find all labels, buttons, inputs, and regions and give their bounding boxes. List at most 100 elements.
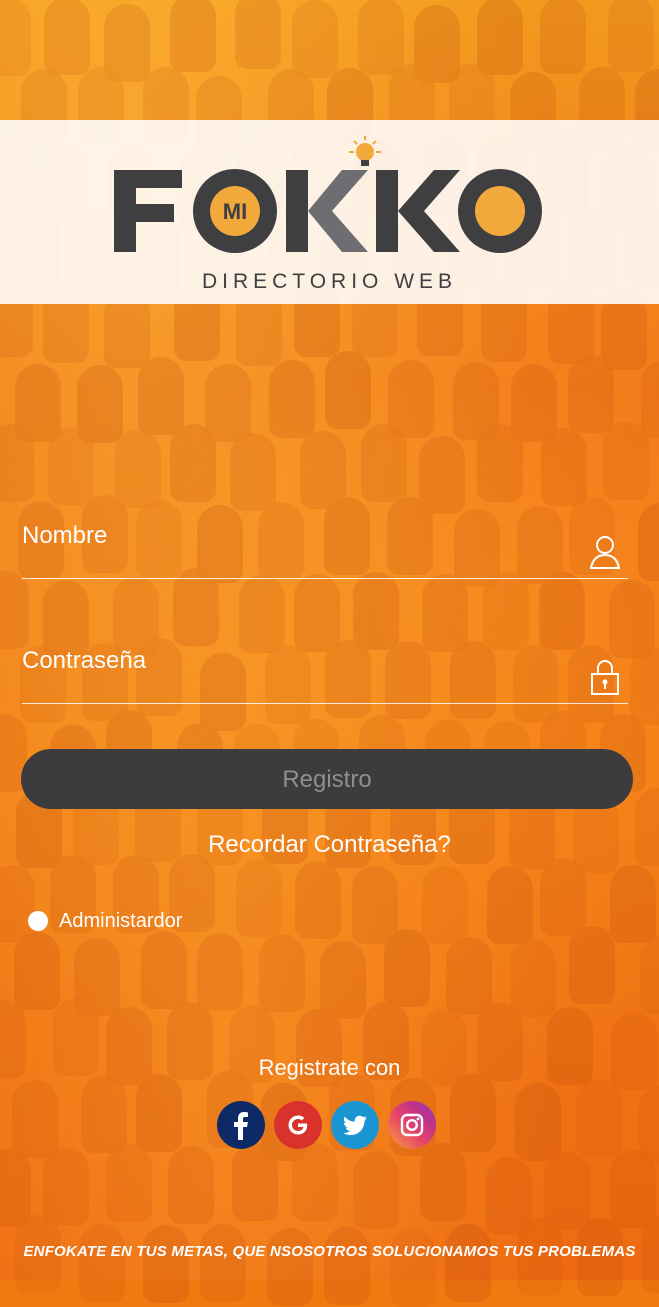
crowd-figure	[0, 0, 31, 76]
crowd-figure	[48, 427, 94, 505]
crowd-figure	[79, 1224, 125, 1302]
crowd-figure	[610, 865, 656, 943]
crowd-figure	[115, 430, 161, 508]
crowd-figure	[170, 424, 216, 502]
instagram-button[interactable]	[388, 1101, 436, 1149]
password-field[interactable]: Contraseña	[22, 643, 628, 704]
crowd-figure	[603, 422, 649, 500]
lock-icon	[588, 657, 622, 697]
crowd-figure	[544, 1152, 590, 1230]
twitter-button[interactable]	[331, 1101, 379, 1149]
crowd-figure	[384, 929, 430, 1007]
instagram-icon	[400, 1113, 424, 1137]
crowd-figure	[324, 1227, 370, 1305]
admin-radio-label: Administardor	[59, 909, 183, 932]
social-buttons	[217, 1101, 436, 1149]
crowd-figure	[446, 937, 492, 1015]
crowd-figure	[232, 1143, 278, 1221]
crowd-figure	[445, 1224, 491, 1302]
crowd-figure	[259, 934, 305, 1012]
crowd-figure	[138, 357, 184, 435]
crowd-figure	[576, 1079, 622, 1157]
crowd-figure	[419, 436, 465, 514]
google-button[interactable]	[274, 1101, 322, 1149]
crowd-figure	[540, 858, 586, 936]
crowd-figure	[269, 360, 315, 438]
crowd-figure	[0, 1149, 31, 1227]
crowd-figure	[230, 433, 276, 511]
crowd-figure	[136, 1074, 182, 1152]
lightbulb-icon	[349, 136, 381, 166]
password-label: Contraseña	[22, 647, 147, 674]
crowd-figure	[200, 1224, 246, 1302]
google-icon	[288, 1115, 308, 1135]
crowd-figure	[422, 866, 468, 944]
footer-tagline: ENFOKATE EN TUS METAS, QUE NSOSOTROS SOL…	[23, 1243, 636, 1260]
forgot-password-link[interactable]: Recordar Contraseña?	[0, 831, 659, 859]
crowd-figure	[0, 424, 34, 502]
crowd-figure	[292, 1143, 338, 1221]
name-label: Nombre	[22, 522, 108, 549]
crowd-figure	[450, 1074, 496, 1152]
crowd-figure	[640, 936, 659, 1014]
crowd-figure	[43, 1147, 89, 1225]
crowd-figure	[610, 1150, 656, 1228]
facebook-button[interactable]	[217, 1101, 265, 1149]
crowd-figure	[292, 0, 338, 78]
facebook-icon	[234, 1112, 248, 1140]
crowd-figure	[44, 0, 90, 75]
crowd-figure	[143, 1225, 189, 1303]
crowd-figure	[14, 932, 60, 1010]
crowd-figure	[141, 931, 187, 1009]
crowd-figure	[106, 1144, 152, 1222]
crowd-figure	[420, 1143, 466, 1221]
crowd-figure	[81, 1075, 127, 1153]
crowd-figure	[12, 1080, 58, 1158]
crowd-figure	[630, 647, 659, 725]
crowd-figure	[477, 0, 523, 75]
twitter-icon	[343, 1115, 367, 1136]
logo-mi-text: MI	[223, 199, 247, 224]
crowd-figure	[390, 1229, 436, 1307]
crowd-figure	[352, 866, 398, 944]
crowd-figure	[353, 572, 399, 650]
crowd-figure	[267, 1228, 313, 1306]
user-icon	[588, 532, 622, 572]
crowd-figure	[641, 360, 659, 438]
crowd-figure	[638, 503, 659, 581]
crowd-figure	[422, 574, 468, 652]
crowd-figure	[205, 364, 251, 442]
crowd-figure	[358, 0, 404, 75]
crowd-figure	[361, 424, 407, 502]
crowd-figure	[541, 428, 587, 506]
crowd-figure	[487, 866, 533, 944]
crowd-figure	[515, 1083, 561, 1161]
crowd-figure	[168, 1146, 214, 1224]
logo-subtitle: DIRECTORIO WEB	[201, 270, 458, 293]
crowd-figure	[197, 933, 243, 1011]
admin-radio[interactable]: Administardor	[28, 908, 182, 934]
crowd-figure	[173, 568, 219, 646]
crowd-figure	[0, 571, 29, 649]
crowd-figure	[568, 355, 614, 433]
crowd-figure	[539, 572, 585, 650]
crowd-figure	[320, 941, 366, 1019]
crowd-figure	[510, 939, 556, 1017]
crowd-figure	[236, 859, 282, 937]
crowd-figure	[569, 926, 615, 1004]
register-button[interactable]: Registro	[21, 749, 633, 809]
crowd-figure	[235, 0, 281, 69]
crowd-figure	[608, 0, 654, 72]
radio-button[interactable]	[28, 911, 48, 931]
crowd-figure	[353, 1151, 399, 1229]
crowd-figure	[170, 0, 216, 72]
social-heading: Registrate con	[258, 1055, 401, 1080]
crowd-figure	[294, 574, 340, 652]
crowd-figure	[483, 572, 529, 650]
crowd-figure	[325, 351, 371, 429]
crowd-figure	[477, 424, 523, 502]
crowd-figure	[295, 861, 341, 939]
crowd-figure	[511, 364, 557, 442]
crowd-figure	[239, 575, 285, 653]
name-field[interactable]: Nombre	[22, 518, 628, 579]
